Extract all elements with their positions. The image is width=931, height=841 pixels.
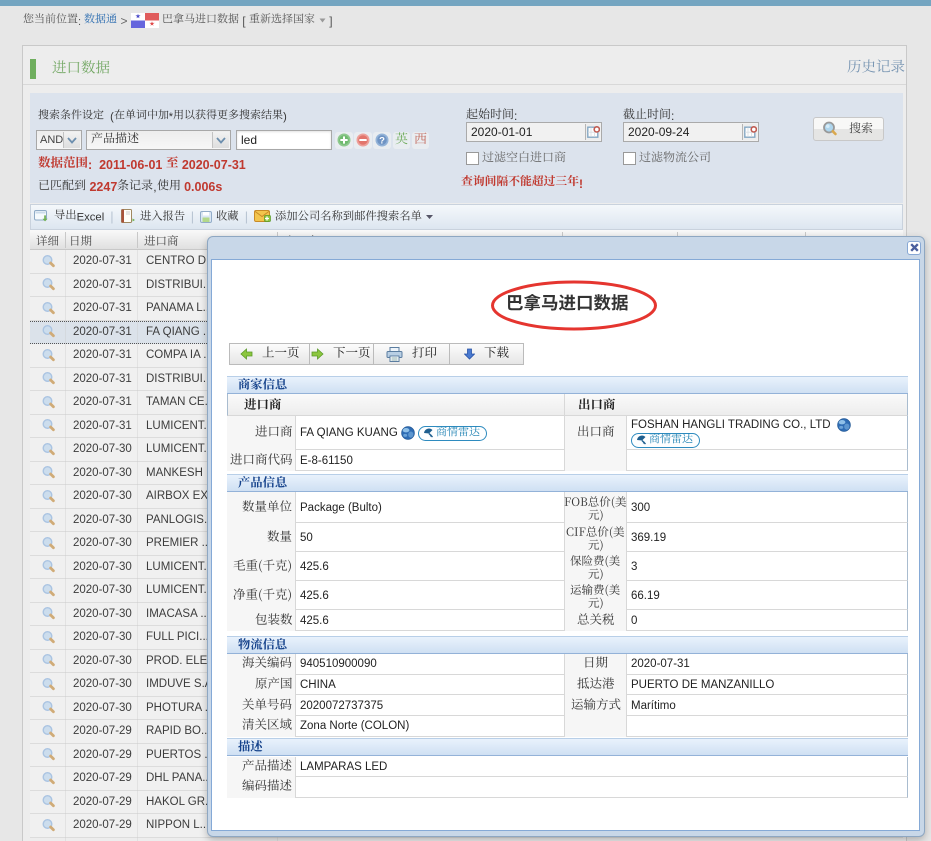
svg-text:?: ? (379, 136, 385, 147)
